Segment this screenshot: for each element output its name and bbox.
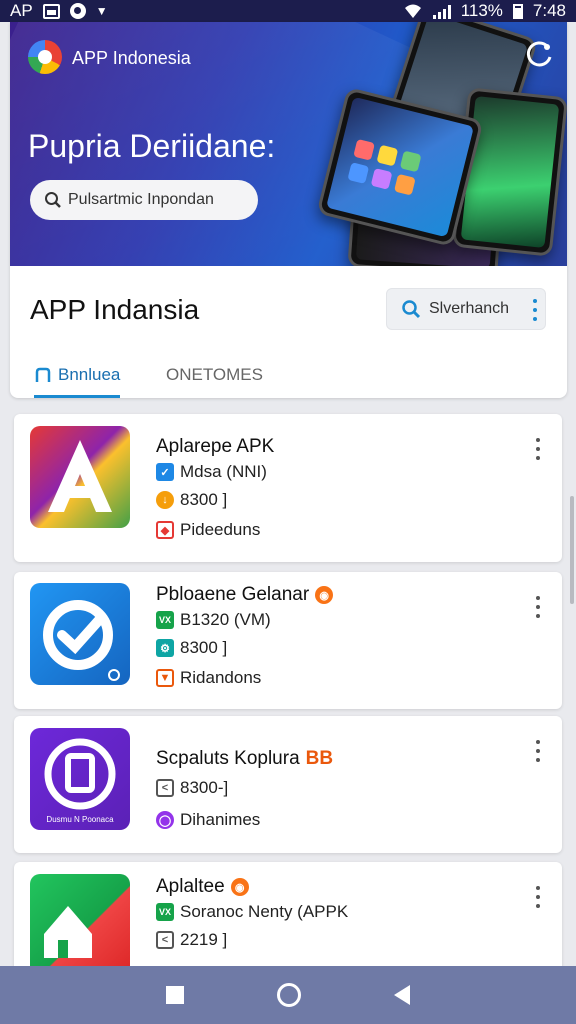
tab-label: ONETOMES xyxy=(166,365,263,384)
banner-search-input[interactable]: Pulsartmic Inpondan xyxy=(30,180,258,220)
signal-icon xyxy=(432,4,451,19)
app-detail: VX Soranoc Nenty (APPK xyxy=(156,902,348,922)
battery-icon xyxy=(512,3,523,19)
app-detail: ▼ Ridandons xyxy=(156,668,261,688)
notification-icon xyxy=(69,3,86,19)
more-options-icon[interactable] xyxy=(536,438,540,460)
badge-icon: ◉ xyxy=(230,878,249,896)
tab-onetomes[interactable]: ONETOMES xyxy=(166,354,263,396)
app-name-text: Pbloaene Gelanar xyxy=(156,584,310,605)
app-name-text: Scpaluts Koplura xyxy=(156,748,300,769)
app-detail: ◯ Dihanimes xyxy=(156,810,260,830)
badge-icon: ◉ xyxy=(315,586,334,604)
app-detail: VX B1320 (VM) xyxy=(156,610,271,630)
app-name: Scpaluts Koplura BB xyxy=(156,748,333,770)
search-icon xyxy=(402,300,421,319)
more-options-icon[interactable] xyxy=(536,886,540,908)
app-size: 8300 ] xyxy=(180,490,228,509)
navigation-bar xyxy=(0,966,576,1024)
app-category: Ridandons xyxy=(180,668,262,687)
search-icon xyxy=(45,192,61,208)
banner-brand: APP Indonesia xyxy=(72,48,191,68)
featured-card: APP Indonesia Pupria Deriidane: Pulsartm… xyxy=(10,22,567,398)
vx-icon: VX xyxy=(156,611,174,629)
more-options-icon[interactable] xyxy=(536,740,540,762)
app-size: 8300-] xyxy=(180,778,229,797)
status-bar: AP ▼ 113% 7:48 xyxy=(0,0,576,22)
scrollbar[interactable] xyxy=(570,496,574,604)
chevron-down-icon: ▼ xyxy=(95,4,108,18)
app-icon xyxy=(30,874,130,976)
back-button[interactable] xyxy=(393,985,410,1005)
app-detail: < 8300-] xyxy=(156,778,228,798)
app-version: Mdsa (NNI) xyxy=(180,462,267,481)
code-icon: < xyxy=(156,931,174,949)
gear-icon: ⚙ xyxy=(156,639,174,657)
app-version: Soranoc Nenty (APPK xyxy=(180,902,349,921)
list-item[interactable]: Pbloaene Gelanar ◉ VX B1320 (VM) ⚙ 8300 … xyxy=(14,572,562,709)
wifi-icon xyxy=(404,4,421,18)
list-item[interactable]: Aplaltee ◉ VX Soranoc Nenty (APPK < 2219… xyxy=(14,862,562,976)
banner-search-text: Pulsartmic Inpondan xyxy=(68,191,214,208)
app-size: 8300 ] xyxy=(180,638,228,657)
app-detail: ◆ Pideeduns xyxy=(156,520,260,540)
app-name: Pbloaene Gelanar ◉ xyxy=(156,584,334,606)
home-icon xyxy=(35,367,51,382)
app-logo-icon xyxy=(28,40,62,74)
app-detail: ↓ 8300 ] xyxy=(156,490,227,510)
page-title: APP Indansia xyxy=(30,294,200,325)
more-options-icon[interactable] xyxy=(536,596,540,618)
image-notification-icon xyxy=(42,3,60,19)
battery-percent: 113% xyxy=(460,1,503,20)
search-button-label: Slverhanch xyxy=(429,300,510,317)
banner-headline: Pupria Deriidane: xyxy=(28,128,276,164)
app-icon xyxy=(30,426,130,528)
more-options-icon[interactable] xyxy=(533,299,537,321)
tag-icon: ◆ xyxy=(156,521,174,539)
app-category: Pideeduns xyxy=(180,520,261,539)
app-size: 2219 ] xyxy=(180,930,228,949)
app-name-text: Aplaltee xyxy=(156,876,225,897)
house-icon xyxy=(44,906,92,958)
app-icon: Dusmu N Poonaca xyxy=(30,728,130,830)
app-name: Aplaltee ◉ xyxy=(156,876,249,898)
check-circle-icon xyxy=(43,600,120,681)
app-badge: BB xyxy=(305,748,334,769)
tab-bnnluea[interactable]: Bnnluea xyxy=(34,354,121,398)
vx-icon: VX xyxy=(156,903,174,921)
icon-caption: Dusmu N Poonaca xyxy=(46,815,114,824)
app-detail: ✓ Mdsa (NNI) xyxy=(156,462,267,482)
letter-a-icon xyxy=(48,440,112,512)
list-item[interactable]: Dusmu N Poonaca Scpaluts Koplura BB < 83… xyxy=(14,716,562,853)
recents-button[interactable] xyxy=(166,986,185,1004)
search-button[interactable]: Slverhanch xyxy=(386,288,546,330)
app-icon xyxy=(30,583,130,685)
share-icon[interactable] xyxy=(525,40,555,70)
app-category: Dihanimes xyxy=(180,810,261,829)
tab-bar: Bnnluea ONETOMES xyxy=(10,354,567,398)
check-icon: ✓ xyxy=(156,463,174,481)
app-version: B1320 (VM) xyxy=(180,610,271,629)
home-button[interactable] xyxy=(276,983,301,1007)
code-icon: < xyxy=(156,779,174,797)
tag-icon: ▼ xyxy=(156,669,174,687)
app-name: Aplarepe APK xyxy=(156,436,275,457)
carrier-label: AP xyxy=(10,1,33,20)
tab-label: Bnnluea xyxy=(58,365,121,384)
download-icon: ↓ xyxy=(156,491,174,509)
globe-icon: ◯ xyxy=(156,811,174,829)
app-detail: < 2219 ] xyxy=(156,930,227,950)
clock: 7:48 xyxy=(532,1,566,20)
app-header: APP Indansia Slverhanch Bnnluea ONETOMES xyxy=(10,266,567,398)
app-detail: ⚙ 8300 ] xyxy=(156,638,227,658)
list-item[interactable]: Aplarepe APK ✓ Mdsa (NNI) ↓ 8300 ] ◆ Pid… xyxy=(14,414,562,562)
promo-banner[interactable]: APP Indonesia Pupria Deriidane: Pulsartm… xyxy=(10,22,567,266)
